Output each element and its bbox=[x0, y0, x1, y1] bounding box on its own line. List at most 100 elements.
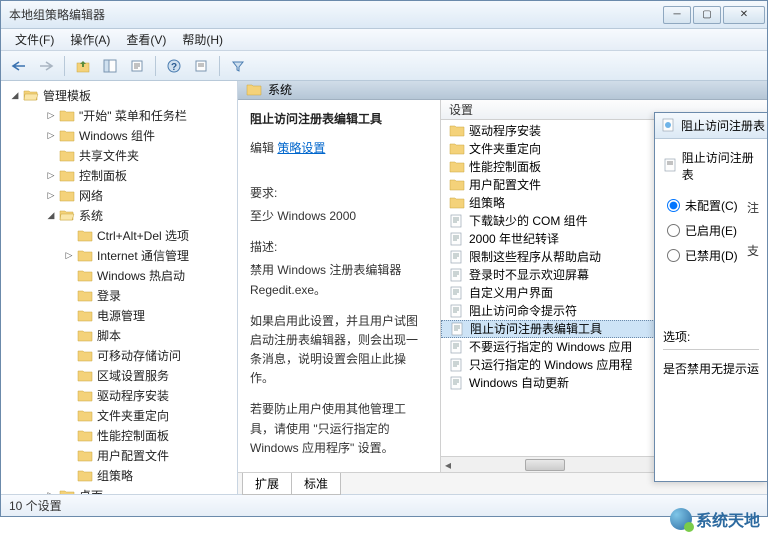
tree-node[interactable]: ▷桌面 bbox=[3, 485, 235, 494]
tree-label: 控制面板 bbox=[79, 167, 127, 184]
folder-open-icon bbox=[23, 88, 39, 102]
folder-icon bbox=[77, 308, 93, 322]
folder-icon bbox=[59, 128, 75, 142]
tree-node[interactable]: 共享文件夹 bbox=[3, 145, 235, 165]
tree-node[interactable]: 可移动存储访问 bbox=[3, 345, 235, 365]
spacer bbox=[63, 269, 75, 281]
tree-label: 性能控制面板 bbox=[97, 427, 169, 444]
tree-panel[interactable]: ◢ 管理模板 ▷"开始" 菜单和任务栏▷Windows 组件共享文件夹 ▷ 控制面板… bbox=[1, 81, 238, 494]
list-item-label: 用户配置文件 bbox=[469, 176, 541, 193]
menu-view[interactable]: 查看(V) bbox=[118, 29, 174, 50]
tab-standard[interactable]: 标准 bbox=[291, 473, 341, 495]
tree-node[interactable]: ▷Internet 通信管理 bbox=[3, 245, 235, 265]
tree-node[interactable]: 用户配置文件 bbox=[3, 445, 235, 465]
tree-node[interactable]: 登录 bbox=[3, 285, 235, 305]
filter-button[interactable] bbox=[226, 55, 250, 77]
menu-action[interactable]: 操作(A) bbox=[62, 29, 118, 50]
folder-icon bbox=[77, 448, 93, 462]
folder-icon bbox=[59, 488, 75, 494]
expand-icon[interactable]: ▷ bbox=[63, 249, 75, 261]
tree-node[interactable]: 组策略 bbox=[3, 465, 235, 485]
folder-icon bbox=[77, 348, 93, 362]
status-bar: 10 个设置 bbox=[1, 494, 767, 516]
dialog-subtitle: 阻止访问注册表 bbox=[682, 149, 759, 183]
tree-node[interactable]: 驱动程序安装 bbox=[3, 385, 235, 405]
tree-node[interactable]: ▷ 控制面板 bbox=[3, 165, 235, 185]
folder-icon bbox=[77, 228, 93, 242]
tree-node[interactable]: 文件夹重定向 bbox=[3, 405, 235, 425]
expand-icon[interactable]: ▷ bbox=[45, 489, 57, 494]
forward-button[interactable] bbox=[34, 55, 58, 77]
path-label: 系统 bbox=[268, 81, 292, 98]
properties-button[interactable] bbox=[125, 55, 149, 77]
menu-help[interactable]: 帮助(H) bbox=[174, 29, 231, 50]
collapse-icon[interactable]: ◢ bbox=[9, 89, 21, 101]
list-item-label: 驱动程序安装 bbox=[469, 122, 541, 139]
options-text: 是否禁用无提示运 bbox=[663, 349, 759, 377]
tree-label: 管理模板 bbox=[43, 87, 91, 104]
tree-node-root[interactable]: ◢ 管理模板 bbox=[3, 85, 235, 105]
policy-icon bbox=[449, 268, 465, 282]
svg-text:?: ? bbox=[171, 62, 177, 73]
radio-not-configured[interactable]: 未配置(C) bbox=[667, 197, 738, 214]
policy-icon bbox=[449, 340, 465, 354]
tree-node[interactable]: Windows 热启动 bbox=[3, 265, 235, 285]
tree-node[interactable]: 脚本 bbox=[3, 325, 235, 345]
tree-label: 文件夹重定向 bbox=[97, 407, 169, 424]
globe-icon bbox=[670, 508, 692, 530]
radio-disabled[interactable]: 已禁用(D) bbox=[667, 247, 738, 264]
show-hide-tree-button[interactable] bbox=[98, 55, 122, 77]
toolbar: ? bbox=[1, 51, 767, 81]
tree-label: 登录 bbox=[97, 287, 121, 304]
tree-label: 脚本 bbox=[97, 327, 121, 344]
tree-node[interactable]: ▷"开始" 菜单和任务栏 bbox=[3, 105, 235, 125]
expand-icon[interactable]: ▷ bbox=[45, 169, 57, 181]
tab-extended[interactable]: 扩展 bbox=[242, 473, 292, 495]
back-button[interactable] bbox=[7, 55, 31, 77]
folder-icon bbox=[59, 108, 75, 122]
status-count: 10 个设置 bbox=[9, 497, 62, 514]
up-level-button[interactable] bbox=[71, 55, 95, 77]
folder-icon bbox=[77, 328, 93, 342]
policy-icon bbox=[449, 286, 465, 300]
folder-icon bbox=[77, 288, 93, 302]
dialog-title: 阻止访问注册表 bbox=[681, 117, 765, 134]
list-item-label: 自定义用户界面 bbox=[469, 284, 553, 301]
expand-icon[interactable]: ▷ bbox=[45, 129, 57, 141]
list-item-label: 文件夹重定向 bbox=[469, 140, 541, 157]
policy-title: 阻止访问注册表编辑工具 bbox=[250, 110, 428, 127]
policy-icon bbox=[663, 158, 678, 174]
close-button[interactable]: ✕ bbox=[723, 6, 765, 24]
path-bar: 系统 bbox=[238, 81, 767, 100]
dialog-titlebar: 阻止访问注册表 bbox=[655, 113, 767, 139]
menu-file[interactable]: 文件(F) bbox=[7, 29, 62, 50]
spacer bbox=[45, 149, 57, 161]
list-item-label: 限制这些程序从帮助启动 bbox=[469, 248, 601, 265]
tree-node[interactable]: ◢系统 bbox=[3, 205, 235, 225]
list-item-label: 阻止访问命令提示符 bbox=[469, 302, 577, 319]
folder-icon bbox=[449, 178, 465, 192]
expand-icon[interactable]: ▷ bbox=[45, 109, 57, 121]
content-area: ◢ 管理模板 ▷"开始" 菜单和任务栏▷Windows 组件共享文件夹 ▷ 控制面板… bbox=[1, 81, 767, 494]
tree-node[interactable]: 性能控制面板 bbox=[3, 425, 235, 445]
spacer bbox=[63, 409, 75, 421]
tree-node[interactable]: 电源管理 bbox=[3, 305, 235, 325]
minimize-button[interactable]: ─ bbox=[663, 6, 691, 24]
edit-policy-link[interactable]: 策略设置 bbox=[277, 139, 325, 158]
radio-enabled[interactable]: 已启用(E) bbox=[667, 222, 738, 239]
tree-node[interactable]: 区域设置服务 bbox=[3, 365, 235, 385]
maximize-button[interactable]: ▢ bbox=[693, 6, 721, 24]
policy-icon bbox=[450, 322, 466, 336]
tree-node[interactable]: Ctrl+Alt+Del 选项 bbox=[3, 225, 235, 245]
collapse-icon[interactable]: ◢ bbox=[45, 209, 57, 221]
tree-label: Ctrl+Alt+Del 选项 bbox=[97, 227, 189, 244]
tree-label: 组策略 bbox=[97, 467, 133, 484]
requirement-value: 至少 Windows 2000 bbox=[250, 207, 428, 226]
tree-node[interactable]: ▷网络 bbox=[3, 185, 235, 205]
help-button[interactable]: ? bbox=[162, 55, 186, 77]
expand-icon[interactable]: ▷ bbox=[45, 189, 57, 201]
tree-node[interactable]: ▷Windows 组件 bbox=[3, 125, 235, 145]
tree-label: 区域设置服务 bbox=[97, 367, 169, 384]
policy-icon bbox=[449, 232, 465, 246]
export-button[interactable] bbox=[189, 55, 213, 77]
